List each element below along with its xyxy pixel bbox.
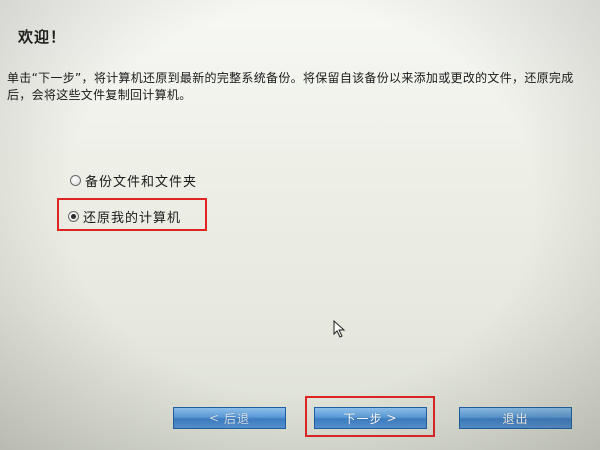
back-arrow-icon: < — [208, 411, 221, 425]
backup-files-label: 备份文件和文件夹 — [85, 175, 198, 190]
recovery-wizard-screen: 欢迎！ 单击“下一步”，将计算机还原到最新的完整系统备份。将保留自该备份以来添加… — [0, 0, 600, 450]
welcome-title: 欢迎！ — [18, 28, 67, 46]
exit-button-label: 退出 — [502, 411, 529, 426]
option-backup-files[interactable]: 备份文件和文件夹 — [70, 171, 197, 190]
exit-button[interactable]: 退出 — [459, 407, 572, 429]
restore-option-highlight — [57, 198, 207, 231]
back-button[interactable]: < 后退 — [173, 407, 286, 429]
instructions-text: 单击“下一步”，将计算机还原到最新的完整系统备份。将保留自该备份以来添加或更改的… — [7, 71, 574, 102]
back-button-label: 后退 — [224, 411, 251, 426]
mouse-pointer-icon — [333, 320, 346, 338]
next-button-highlight — [305, 396, 435, 437]
backup-files-radio[interactable] — [70, 175, 81, 186]
